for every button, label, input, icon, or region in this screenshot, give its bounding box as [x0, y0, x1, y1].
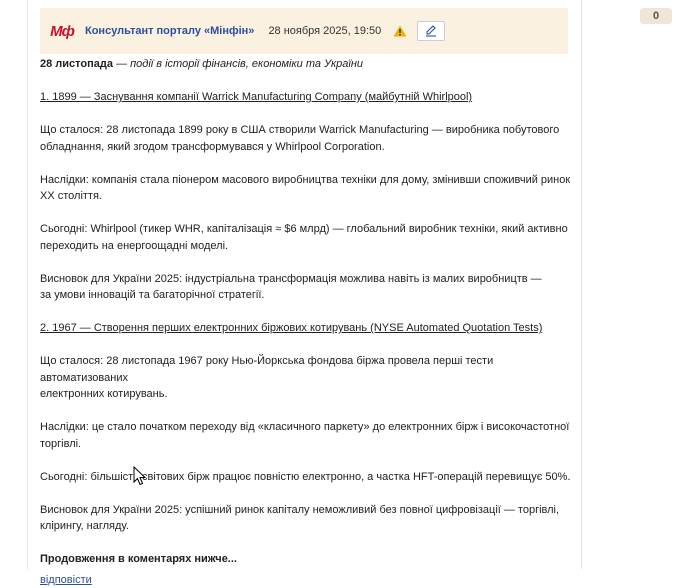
s1-what-2: обладнання, який згодом трансформувався …	[40, 140, 385, 153]
s2-cons-1: Наслідки: це стало початком переходу від…	[40, 421, 570, 433]
s1-today-2: переходить на енергоощадні моделі.	[40, 239, 229, 252]
s2-what-2: електронних котирувань.	[40, 388, 168, 400]
s2-concl-1: Висновок для України 2025: успішний рино…	[40, 503, 560, 516]
comment-counter: 0	[640, 8, 672, 24]
mouse-cursor-icon	[133, 466, 147, 486]
section-1-title: 1. 1899 — Заснування компанії Warrick Ma…	[40, 91, 473, 103]
s1-concl-1: Висновок для України 2025: індустріальна…	[40, 272, 542, 285]
warning-icon[interactable]	[393, 25, 407, 37]
post-header: Мф Консультант порталу «Мінфін» 28 ноябр…	[40, 8, 568, 54]
s1-what-1: Що сталося: 28 листопада 1899 року в США…	[40, 124, 560, 136]
continue-note: Продовження в коментарях нижче...	[40, 553, 237, 565]
s1-cons-1: Наслідки: компанія стала піонером масово…	[40, 173, 571, 186]
edit-button[interactable]	[417, 21, 446, 41]
pencil-icon	[426, 25, 437, 37]
s2-cons-2: торгівлі.	[40, 437, 82, 450]
intro-line: 28 листопада — події в історії фінансів,…	[40, 58, 364, 70]
s2-today: Сьогодні: більшість світових бірж працює…	[40, 470, 571, 483]
minfin-logo: Мф	[50, 22, 75, 40]
s2-what-1: Що сталося: 28 листопада 1967 року Нью-Й…	[40, 355, 494, 384]
s1-concl-2: за умови інновацій та багаторічної страт…	[40, 289, 265, 301]
reply-link[interactable]: відповісти	[40, 574, 92, 586]
s1-today-1: Сьогодні: Whirlpool (тикер WHR, капіталі…	[40, 223, 568, 235]
s1-cons-2: XX століття.	[40, 190, 102, 202]
section-2-title: 2. 1967 — Створення перших електронних б…	[40, 322, 543, 334]
post-date: 28 ноября 2025, 19:50	[268, 25, 382, 37]
s2-concl-2: клірингу, нагляду.	[40, 520, 129, 532]
post-body: 28 листопада — події в історії фінансів,…	[40, 56, 575, 588]
author-link[interactable]: Консультант порталу «Мінфін»	[85, 25, 254, 37]
